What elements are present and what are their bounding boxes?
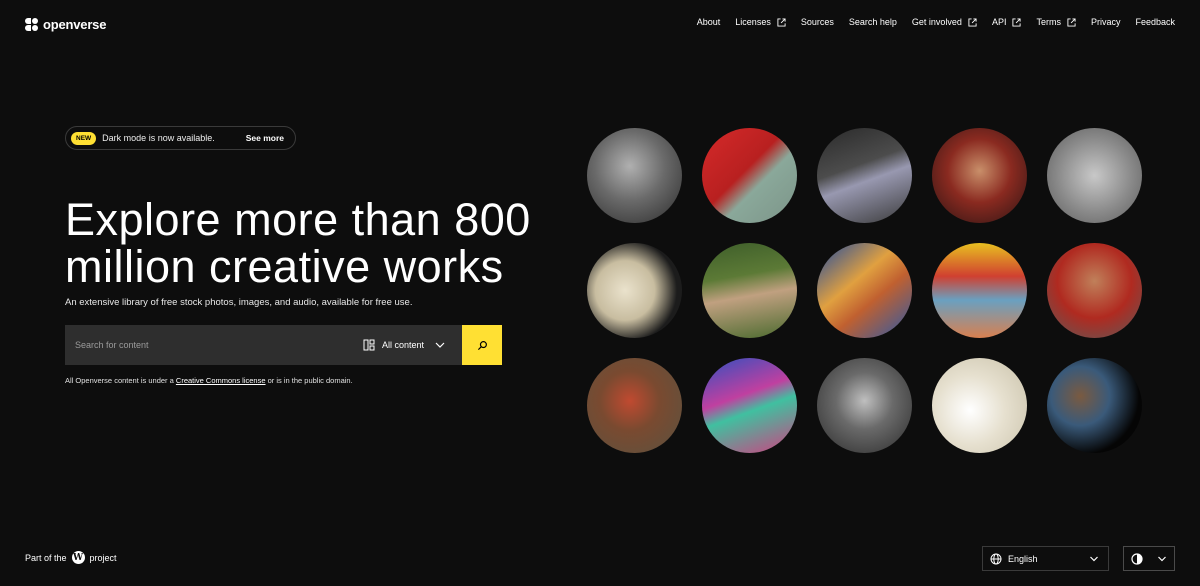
nav-search-help[interactable]: Search help (849, 17, 897, 27)
nav-label: Privacy (1090, 17, 1121, 27)
chevron-down-icon (1090, 556, 1098, 561)
openverse-logo-icon (25, 17, 38, 31)
nav-terms[interactable]: Terms (1036, 17, 1076, 27)
nav-label: Feedback (1135, 17, 1175, 27)
content-type-select[interactable]: All content (363, 325, 446, 365)
content-type-label: All content (381, 340, 424, 350)
hero-subline: An extensive library of free stock photo… (65, 297, 413, 308)
nav-sources[interactable]: Sources (801, 17, 834, 27)
featured-image[interactable] (817, 358, 912, 453)
nav-get-involved[interactable]: Get involved (912, 17, 977, 27)
creative-commons-link[interactable]: Creative Commons license (176, 376, 266, 385)
project-label: project (89, 552, 117, 563)
nav-label: Search help (848, 17, 897, 27)
logo-text: openverse (43, 16, 107, 32)
nav-label: Get involved (911, 17, 962, 27)
license-note-suffix: or is in the public domain. (265, 376, 353, 385)
featured-image[interactable] (587, 243, 682, 338)
featured-image[interactable] (702, 128, 797, 223)
featured-image[interactable] (932, 128, 1027, 223)
new-badge: NEW (71, 131, 97, 145)
featured-image[interactable] (817, 243, 912, 338)
license-note-prefix: All Openverse content is under a (65, 376, 176, 385)
nav-api[interactable]: API (992, 17, 1022, 27)
featured-image[interactable] (932, 358, 1027, 453)
external-link-icon (968, 17, 977, 27)
featured-image[interactable] (587, 128, 682, 223)
wordpress-icon[interactable]: W (71, 551, 85, 564)
nav-label: Terms (1036, 17, 1061, 27)
footer-attribution: Part of the W project (25, 551, 117, 564)
announcement-banner: NEW Dark mode is now available. See more (65, 126, 296, 150)
search-button[interactable] (462, 325, 502, 365)
featured-image[interactable] (702, 243, 797, 338)
theme-select[interactable] (1123, 546, 1175, 571)
search-bar: All content (65, 325, 502, 365)
license-note: All Openverse content is under a Creativ… (65, 376, 353, 385)
nav-about[interactable]: About (697, 17, 721, 27)
globe-icon (990, 553, 1002, 564)
external-link-icon (777, 17, 786, 27)
featured-image[interactable] (587, 358, 682, 453)
nav-privacy[interactable]: Privacy (1091, 17, 1121, 27)
search-input[interactable] (65, 325, 345, 365)
search-icon (477, 340, 487, 350)
site-header: openverse About Licenses Sources Search … (0, 0, 1200, 48)
search-box: All content (65, 325, 462, 365)
chevron-down-icon (435, 342, 445, 348)
featured-image[interactable] (817, 128, 912, 223)
language-label: English (1008, 553, 1038, 564)
content-type-icon (363, 339, 375, 351)
contrast-icon (1131, 552, 1143, 565)
language-select[interactable]: English (982, 546, 1109, 571)
main-nav: About Licenses Sources Search help Get i… (697, 17, 1175, 27)
openverse-logo[interactable]: openverse (25, 16, 106, 32)
part-of-label: Part of the (25, 552, 67, 563)
see-more-link[interactable]: See more (246, 133, 284, 143)
featured-image[interactable] (932, 243, 1027, 338)
nav-label: Licenses (735, 17, 771, 27)
announcement-message: Dark mode is now available. (102, 133, 215, 143)
nav-licenses[interactable]: Licenses (735, 17, 786, 27)
featured-image[interactable] (1047, 243, 1142, 338)
external-link-icon (1067, 17, 1076, 27)
nav-label: Sources (800, 17, 834, 27)
hero-headline: Explore more than 800 million creative w… (65, 194, 531, 292)
featured-image[interactable] (702, 358, 797, 453)
external-link-icon (1012, 17, 1022, 27)
featured-image[interactable] (1047, 358, 1142, 453)
chevron-down-icon (1158, 556, 1166, 561)
featured-image[interactable] (1047, 128, 1142, 223)
nav-label: About (696, 17, 721, 27)
nav-feedback[interactable]: Feedback (1135, 17, 1175, 27)
nav-label: API (991, 17, 1007, 27)
featured-images-grid (587, 128, 1143, 454)
